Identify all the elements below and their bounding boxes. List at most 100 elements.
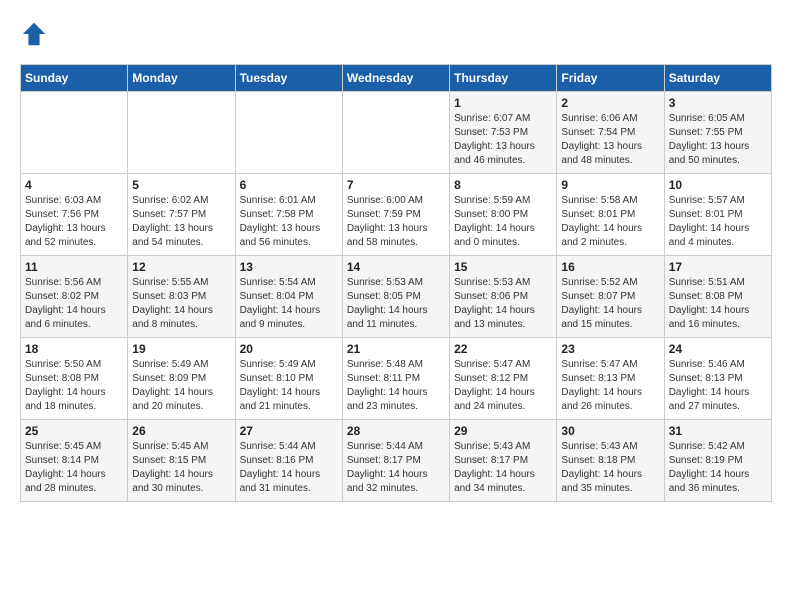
day-number: 28 [347,424,445,438]
day-number: 26 [132,424,230,438]
day-info: Sunrise: 6:00 AM Sunset: 7:59 PM Dayligh… [347,194,445,250]
day-info: Sunrise: 5:49 AM Sunset: 8:09 PM Dayligh… [132,358,230,414]
calendar-header-sunday: Sunday [21,65,128,92]
day-number: 2 [561,96,659,110]
day-number: 29 [454,424,552,438]
day-number: 8 [454,178,552,192]
day-number: 16 [561,260,659,274]
day-number: 19 [132,342,230,356]
calendar-cell: 14Sunrise: 5:53 AM Sunset: 8:05 PM Dayli… [342,256,449,338]
calendar-cell: 20 Sunrise: 5:49 AM Sunset: 8:10 PM Dayli… [235,338,342,420]
logo-icon [20,20,48,48]
calendar-cell: 31 Sunrise: 5:42 AM Sunset: 8:19 PM Dayli… [664,420,771,502]
day-number: 11 [25,260,123,274]
calendar-header-friday: Friday [557,65,664,92]
day-info: Sunrise: 5:49 AM Sunset: 8:10 PM Dayligh… [240,358,338,414]
day-info: Sunrise: 5:55 AM Sunset: 8:03 PM Dayligh… [132,276,230,332]
day-info: Sunrise: 5:43 AM Sunset: 8:17 PM Dayligh… [454,440,552,496]
day-info: Sunrise: 6:03 AM Sunset: 7:56 PM Dayligh… [25,194,123,250]
day-info: Sunrise: 5:42 AM Sunset: 8:19 PM Dayligh… [669,440,767,496]
day-number: 30 [561,424,659,438]
calendar-cell: 2 Sunrise: 6:06 AM Sunset: 7:54 PM Daylig… [557,92,664,174]
day-info: Sunrise: 5:52 AM Sunset: 8:07 PM Dayligh… [561,276,659,332]
calendar-cell [21,92,128,174]
calendar-week-row: 1 Sunrise: 6:07 AM Sunset: 7:53 PM Daylig… [21,92,772,174]
day-info: Sunrise: 5:53 AM Sunset: 8:06 PM Dayligh… [454,276,552,332]
calendar-cell [235,92,342,174]
day-number: 25 [25,424,123,438]
calendar-cell: 24 Sunrise: 5:46 AM Sunset: 8:13 PM Dayli… [664,338,771,420]
day-info: Sunrise: 5:47 AM Sunset: 8:13 PM Dayligh… [561,358,659,414]
calendar-cell: 16 Sunrise: 5:52 AM Sunset: 8:07 PM Dayli… [557,256,664,338]
day-info: Sunrise: 5:45 AM Sunset: 8:15 PM Dayligh… [132,440,230,496]
day-number: 27 [240,424,338,438]
calendar-cell: 1 Sunrise: 6:07 AM Sunset: 7:53 PM Daylig… [450,92,557,174]
day-number: 10 [669,178,767,192]
day-number: 6 [240,178,338,192]
day-info: Sunrise: 5:51 AM Sunset: 8:08 PM Dayligh… [669,276,767,332]
day-info: Sunrise: 5:44 AM Sunset: 8:17 PM Dayligh… [347,440,445,496]
calendar-cell: 9 Sunrise: 5:58 AM Sunset: 8:01 PM Daylig… [557,174,664,256]
day-number: 12 [132,260,230,274]
day-info: Sunrise: 5:59 AM Sunset: 8:00 PM Dayligh… [454,194,552,250]
calendar-week-row: 4 Sunrise: 6:03 AM Sunset: 7:56 PM Daylig… [21,174,772,256]
day-number: 24 [669,342,767,356]
day-info: Sunrise: 5:58 AM Sunset: 8:01 PM Dayligh… [561,194,659,250]
calendar-week-row: 11Sunrise: 5:56 AM Sunset: 8:02 PM Dayli… [21,256,772,338]
calendar-header-row: SundayMondayTuesdayWednesdayThursdayFrid… [21,65,772,92]
day-info: Sunrise: 5:44 AM Sunset: 8:16 PM Dayligh… [240,440,338,496]
day-number: 3 [669,96,767,110]
day-info: Sunrise: 6:05 AM Sunset: 7:55 PM Dayligh… [669,112,767,168]
day-info: Sunrise: 5:54 AM Sunset: 8:04 PM Dayligh… [240,276,338,332]
day-info: Sunrise: 5:57 AM Sunset: 8:01 PM Dayligh… [669,194,767,250]
calendar-header-tuesday: Tuesday [235,65,342,92]
calendar-cell: 15 Sunrise: 5:53 AM Sunset: 8:06 PM Dayli… [450,256,557,338]
calendar-cell: 26 Sunrise: 5:45 AM Sunset: 8:15 PM Dayli… [128,420,235,502]
calendar-table: SundayMondayTuesdayWednesdayThursdayFrid… [20,64,772,502]
calendar-cell: 11Sunrise: 5:56 AM Sunset: 8:02 PM Dayli… [21,256,128,338]
calendar-cell: 29 Sunrise: 5:43 AM Sunset: 8:17 PM Dayli… [450,420,557,502]
day-number: 5 [132,178,230,192]
day-info: Sunrise: 6:06 AM Sunset: 7:54 PM Dayligh… [561,112,659,168]
day-number: 9 [561,178,659,192]
calendar-cell [128,92,235,174]
calendar-header-monday: Monday [128,65,235,92]
day-number: 21 [347,342,445,356]
calendar-cell: 10 Sunrise: 5:57 AM Sunset: 8:01 PM Dayli… [664,174,771,256]
day-info: Sunrise: 5:48 AM Sunset: 8:11 PM Dayligh… [347,358,445,414]
calendar-cell: 13Sunrise: 5:54 AM Sunset: 8:04 PM Dayli… [235,256,342,338]
day-number: 7 [347,178,445,192]
day-info: Sunrise: 5:46 AM Sunset: 8:13 PM Dayligh… [669,358,767,414]
calendar-header-wednesday: Wednesday [342,65,449,92]
calendar-cell: 6 Sunrise: 6:01 AM Sunset: 7:58 PM Daylig… [235,174,342,256]
calendar-header-saturday: Saturday [664,65,771,92]
calendar-cell: 4 Sunrise: 6:03 AM Sunset: 7:56 PM Daylig… [21,174,128,256]
day-info: Sunrise: 5:43 AM Sunset: 8:18 PM Dayligh… [561,440,659,496]
day-number: 1 [454,96,552,110]
calendar-cell: 25Sunrise: 5:45 AM Sunset: 8:14 PM Dayli… [21,420,128,502]
day-info: Sunrise: 5:47 AM Sunset: 8:12 PM Dayligh… [454,358,552,414]
calendar-cell: 21 Sunrise: 5:48 AM Sunset: 8:11 PM Dayli… [342,338,449,420]
calendar-cell: 22Sunrise: 5:47 AM Sunset: 8:12 PM Dayli… [450,338,557,420]
calendar-cell: 18Sunrise: 5:50 AM Sunset: 8:08 PM Dayli… [21,338,128,420]
day-number: 20 [240,342,338,356]
day-number: 4 [25,178,123,192]
calendar-cell: 7 Sunrise: 6:00 AM Sunset: 7:59 PM Daylig… [342,174,449,256]
logo [20,20,52,48]
day-info: Sunrise: 6:02 AM Sunset: 7:57 PM Dayligh… [132,194,230,250]
calendar-cell: 3 Sunrise: 6:05 AM Sunset: 7:55 PM Daylig… [664,92,771,174]
day-info: Sunrise: 6:01 AM Sunset: 7:58 PM Dayligh… [240,194,338,250]
day-info: Sunrise: 6:07 AM Sunset: 7:53 PM Dayligh… [454,112,552,168]
calendar-cell: 5 Sunrise: 6:02 AM Sunset: 7:57 PM Daylig… [128,174,235,256]
calendar-week-row: 18Sunrise: 5:50 AM Sunset: 8:08 PM Dayli… [21,338,772,420]
day-number: 31 [669,424,767,438]
calendar-cell: 8 Sunrise: 5:59 AM Sunset: 8:00 PM Daylig… [450,174,557,256]
day-number: 15 [454,260,552,274]
calendar-cell: 17Sunrise: 5:51 AM Sunset: 8:08 PM Dayli… [664,256,771,338]
calendar-cell: 19 Sunrise: 5:49 AM Sunset: 8:09 PM Dayli… [128,338,235,420]
calendar-header-thursday: Thursday [450,65,557,92]
calendar-week-row: 25Sunrise: 5:45 AM Sunset: 8:14 PM Dayli… [21,420,772,502]
calendar-cell: 27 Sunrise: 5:44 AM Sunset: 8:16 PM Dayli… [235,420,342,502]
day-number: 23 [561,342,659,356]
day-number: 14 [347,260,445,274]
